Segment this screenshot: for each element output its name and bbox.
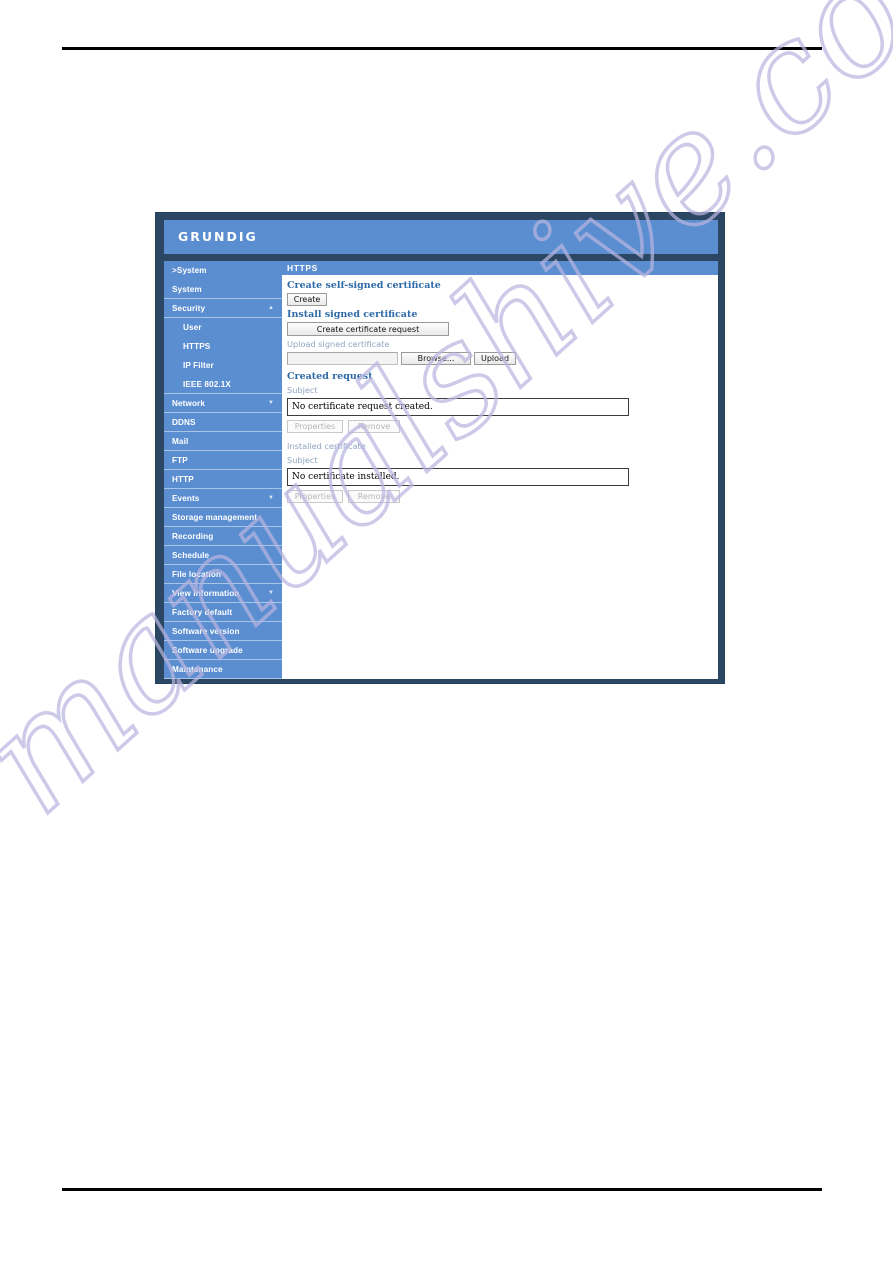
installed-certificate-properties-button: Properties xyxy=(287,490,343,503)
sidebar-item-label: Storage management xyxy=(172,513,258,522)
page-bottom-rule xyxy=(62,1188,822,1191)
sidebar-item-label: Software upgrade xyxy=(172,646,243,655)
sidebar-item-maintenance[interactable]: Maintenance xyxy=(164,660,282,679)
page-top-rule xyxy=(62,47,822,50)
browse-button[interactable]: Browse... xyxy=(401,352,471,365)
section-installed-certificate-heading: Installed certificate xyxy=(287,441,366,451)
sidebar-item-label: Recording xyxy=(172,532,214,541)
sidebar-item-view-information[interactable]: View information ▼ xyxy=(164,584,282,603)
sidebar-item-ddns[interactable]: DDNS xyxy=(164,413,282,432)
sidebar-item-label: Software version xyxy=(172,627,240,636)
section-created-request-heading: Created request xyxy=(287,371,373,382)
sidebar-item-recording[interactable]: Recording xyxy=(164,527,282,546)
sidebar-item-label: Events xyxy=(172,494,200,503)
sidebar-item-ieee-802-1x[interactable]: IEEE 802.1X xyxy=(164,375,282,394)
created-request-subject-field[interactable]: No certificate request created. xyxy=(287,398,629,416)
create-certificate-request-button[interactable]: Create certificate request xyxy=(287,322,449,336)
sidebar-item-security[interactable]: Security ▲ xyxy=(164,299,282,318)
sidebar-item-system[interactable]: >System xyxy=(164,261,282,280)
sidebar-item-user[interactable]: User xyxy=(164,318,282,337)
sidebar-item-label: Maintenance xyxy=(172,665,223,674)
sidebar-item-software-version[interactable]: Software version xyxy=(164,622,282,641)
created-request-properties-button: Properties xyxy=(287,420,343,433)
sidebar-item-label: IEEE 802.1X xyxy=(183,380,231,389)
sidebar-item-label: Security xyxy=(172,304,206,313)
sidebar-item-schedule[interactable]: Schedule xyxy=(164,546,282,565)
sidebar-item-label: System xyxy=(172,285,202,294)
sidebar-item-software-upgrade[interactable]: Software upgrade xyxy=(164,641,282,660)
sidebar-item-label: User xyxy=(183,323,202,332)
chevron-down-icon: ▼ xyxy=(267,400,274,406)
sidebar-item-https[interactable]: HTTPS xyxy=(164,337,282,356)
sidebar-item-label: Schedule xyxy=(172,551,210,560)
sidebar-item-label: >System xyxy=(172,266,207,275)
sidebar-item-system[interactable]: System xyxy=(164,280,282,299)
installed-certificate-subject-label: Subject xyxy=(287,455,318,465)
installed-certificate-remove-button: Remove xyxy=(348,490,400,503)
section-create-self-signed-heading: Create self-signed certificate xyxy=(287,280,441,291)
sidebar-item-label: View information xyxy=(172,589,240,598)
installed-certificate-subject-field[interactable]: No certificate installed. xyxy=(287,468,629,486)
sidebar-item-mail[interactable]: Mail xyxy=(164,432,282,451)
sidebar-item-label: FTP xyxy=(172,456,188,465)
sidebar-item-ip-filter[interactable]: IP Filter xyxy=(164,356,282,375)
sidebar-item-storage-management[interactable]: Storage management xyxy=(164,508,282,527)
sidebar-item-events[interactable]: Events ▼ xyxy=(164,489,282,508)
sidebar-item-label: HTTPS xyxy=(183,342,211,351)
sidebar-item-file-location[interactable]: File location xyxy=(164,565,282,584)
sidebar-item-label: Factory default xyxy=(172,608,233,617)
sidebar-item-label: Network xyxy=(172,399,206,408)
sidebar-item-factory-default[interactable]: Factory default xyxy=(164,603,282,622)
chevron-down-icon: ▼ xyxy=(267,495,274,501)
main-content-panel: HTTPS Create self-signed certificate Cre… xyxy=(282,261,718,679)
sidebar-item-label: HTTP xyxy=(172,475,194,484)
sidebar-item-http[interactable]: HTTP xyxy=(164,470,282,489)
sidebar-item-ftp[interactable]: FTP xyxy=(164,451,282,470)
sidebar-item-label: DDNS xyxy=(172,418,196,427)
upload-signed-certificate-label: Upload signed certificate xyxy=(287,339,390,349)
section-install-signed-heading: Install signed certificate xyxy=(287,309,418,320)
page-title: HTTPS xyxy=(282,261,718,275)
sidebar-item-label: Mail xyxy=(172,437,189,446)
grundig-logo: GRUNDIG xyxy=(178,229,258,244)
chevron-down-icon: ▼ xyxy=(267,590,274,596)
upload-button[interactable]: Upload xyxy=(474,352,516,365)
brand-bar: GRUNDIG xyxy=(164,220,718,254)
created-request-subject-label: Subject xyxy=(287,385,318,395)
chevron-up-icon: ▲ xyxy=(267,305,274,311)
sidebar-item-label: IP Filter xyxy=(183,361,214,370)
sidebar-navigation: >System System Security ▲ User HTTPS IP Filter… xyxy=(164,261,282,679)
create-button[interactable]: Create xyxy=(287,293,327,306)
sidebar-item-network[interactable]: Network ▼ xyxy=(164,394,282,413)
created-request-remove-button: Remove xyxy=(348,420,400,433)
certificate-file-input[interactable] xyxy=(287,352,398,365)
sidebar-item-label: File location xyxy=(172,570,222,579)
device-web-ui-window: GRUNDIG >System System Security ▲ User HTTPS I… xyxy=(155,212,725,684)
